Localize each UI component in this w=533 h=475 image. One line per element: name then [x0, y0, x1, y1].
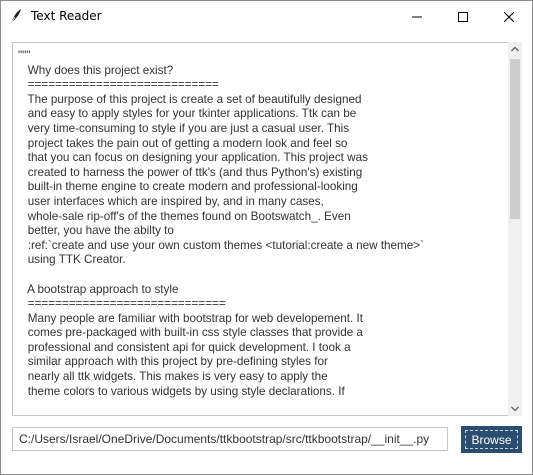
scroll-up-button[interactable] — [508, 42, 522, 56]
browse-button[interactable]: Browse — [461, 426, 522, 453]
file-path-input[interactable]: C:/Users/Israel/OneDrive/Documents/ttkbo… — [12, 427, 448, 451]
maximize-icon — [458, 11, 468, 22]
text-display[interactable]: """ Why does this project exist? =======… — [12, 42, 509, 416]
browse-button-label: Browse — [471, 432, 512, 447]
title-bar[interactable]: Text Reader — [1, 1, 532, 32]
scroll-thumb[interactable] — [510, 59, 520, 219]
window-title: Text Reader — [31, 9, 102, 23]
maximize-button[interactable] — [440, 1, 486, 32]
chevron-down-icon — [511, 406, 519, 412]
app-window: Text Reader """ Why does this project ex… — [0, 0, 533, 475]
chevron-up-icon — [511, 46, 519, 52]
close-icon — [504, 11, 514, 22]
close-button[interactable] — [486, 1, 532, 32]
text-content[interactable]: """ Why does this project exist? =======… — [13, 43, 508, 415]
feather-icon — [9, 8, 23, 24]
vertical-scrollbar[interactable] — [508, 42, 522, 416]
main-content: """ Why does this project exist? =======… — [1, 32, 532, 474]
minimize-button[interactable] — [394, 1, 440, 32]
minimize-icon — [412, 16, 422, 17]
scroll-down-button[interactable] — [508, 402, 522, 416]
